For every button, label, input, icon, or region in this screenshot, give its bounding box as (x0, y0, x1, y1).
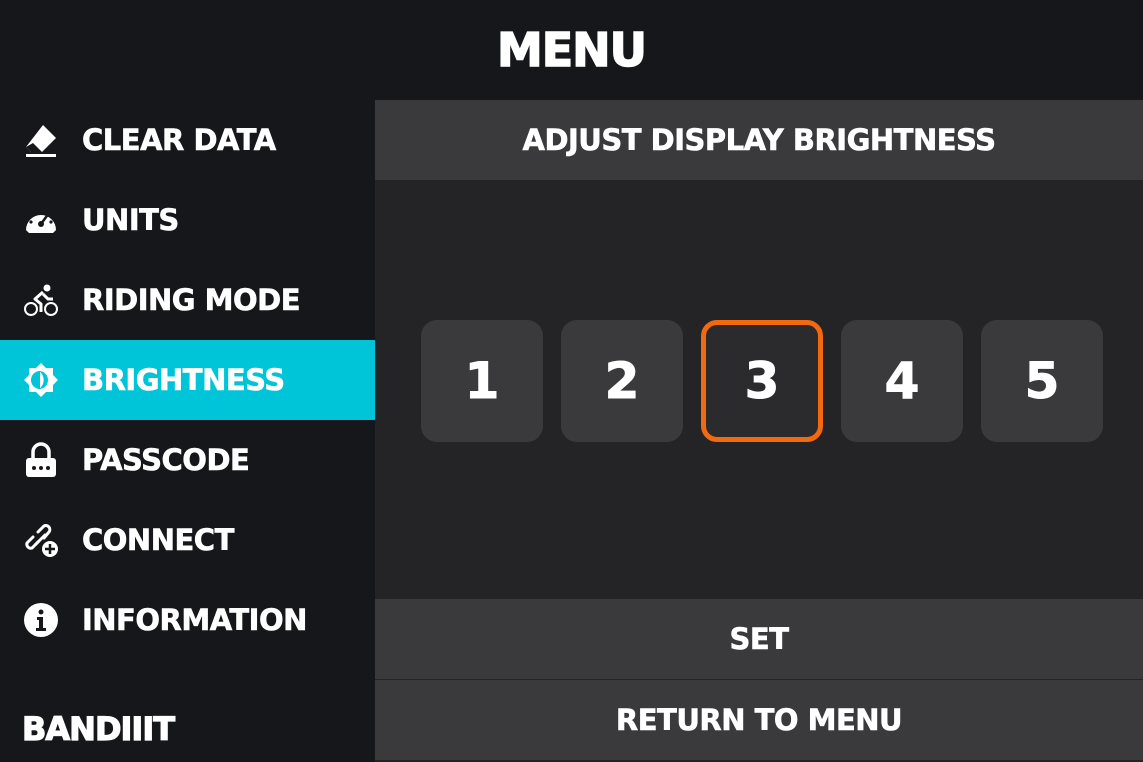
lock-icon (22, 441, 60, 479)
brand-logo: BANDIIIT (21, 709, 175, 748)
brightness-levels: 1 2 3 4 5 (375, 320, 1143, 442)
panel-header: ADJUST DISPLAY BRIGHTNESS (375, 100, 1143, 180)
brightness-level-4[interactable]: 4 (841, 320, 963, 442)
sidebar-item-label: CLEAR DATA (82, 123, 277, 158)
brightness-level-2[interactable]: 2 (561, 320, 683, 442)
sidebar-item-riding-mode[interactable]: RIDING MODE (0, 260, 375, 340)
brightness-level-1[interactable]: 1 (421, 320, 543, 442)
sidebar-item-label: PASSCODE (82, 443, 250, 478)
sidebar-item-brightness[interactable]: BRIGHTNESS (0, 340, 375, 420)
return-to-menu-button[interactable]: RETURN TO MENU (375, 680, 1143, 760)
brightness-panel: ADJUST DISPLAY BRIGHTNESS 1 2 3 4 5 SET … (375, 100, 1143, 762)
cyclist-icon (22, 281, 60, 319)
set-button[interactable]: SET (375, 599, 1143, 679)
brightness-icon (22, 361, 60, 399)
sidebar-item-connect[interactable]: CONNECT (0, 500, 375, 580)
eraser-icon (22, 121, 60, 159)
info-icon (22, 601, 60, 639)
sidebar-item-units[interactable]: UNITS (0, 180, 375, 260)
sidebar-item-label: BRIGHTNESS (82, 363, 286, 398)
sidebar-item-passcode[interactable]: PASSCODE (0, 420, 375, 500)
sidebar-item-label: CONNECT (82, 523, 235, 558)
sidebar-item-label: UNITS (82, 203, 180, 238)
sidebar-item-clear-data[interactable]: CLEAR DATA (0, 100, 375, 180)
sidebar-item-information[interactable]: INFORMATION (0, 580, 375, 660)
link-add-icon (22, 521, 60, 559)
sidebar-item-label: INFORMATION (82, 603, 308, 638)
brightness-level-3[interactable]: 3 (701, 320, 823, 442)
brightness-level-5[interactable]: 5 (981, 320, 1103, 442)
sidebar: CLEAR DATA UNITS RIDING MODE BRIGHTNESS … (0, 100, 375, 762)
speedometer-icon (22, 201, 60, 239)
sidebar-item-label: RIDING MODE (82, 283, 301, 318)
page-title: MENU (496, 22, 648, 78)
